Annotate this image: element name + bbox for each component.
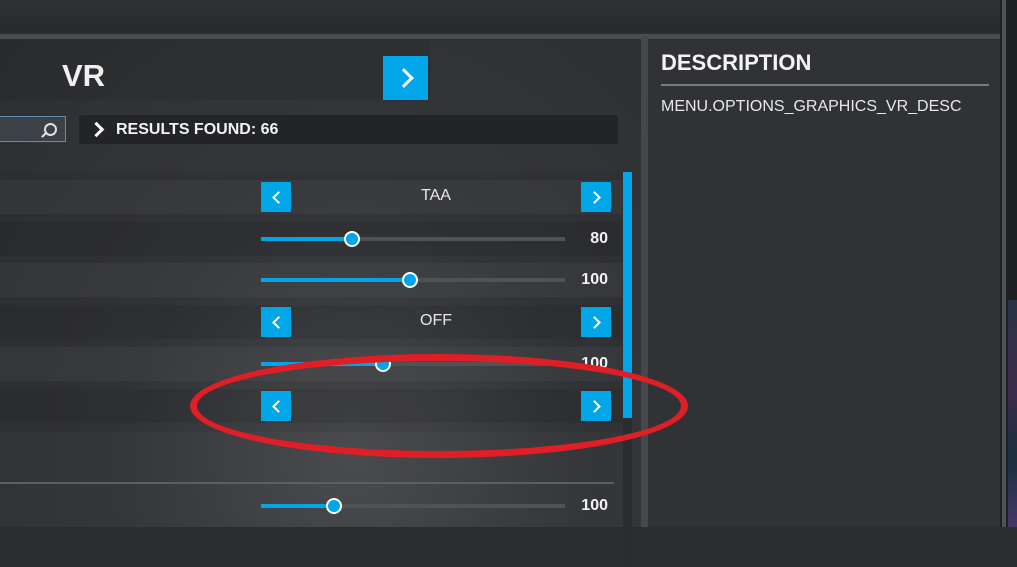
chevron-left-icon xyxy=(271,399,285,413)
selector-value: TAA xyxy=(421,187,451,204)
results-count: RESULTS FOUND: 66 xyxy=(116,120,279,138)
description-text: MENU.OPTIONS_GRAPHICS_VR_DESC xyxy=(661,98,962,115)
slider-track[interactable] xyxy=(261,272,565,288)
slider-value: 100 xyxy=(581,497,608,514)
setting-row-slider-2: 100 xyxy=(0,263,622,297)
slider-value: 100 xyxy=(581,355,608,372)
page-title: VR xyxy=(62,58,106,93)
settings-panel: VR RESULTS FOUND: 66 TAA 80 100 OFF 100 … xyxy=(0,40,641,567)
description-title: DESCRIPTION xyxy=(661,50,812,75)
window-border xyxy=(1002,0,1006,527)
chevron-right-icon xyxy=(587,399,601,413)
chevron-left-icon xyxy=(271,190,285,204)
slider-thumb[interactable] xyxy=(344,231,361,247)
chevron-left-icon xyxy=(271,315,285,329)
chevron-right-icon xyxy=(88,121,105,138)
setting-row-anti-aliasing: TAA xyxy=(0,180,622,214)
section-divider xyxy=(0,482,614,484)
slider-fill xyxy=(261,362,383,366)
description-divider xyxy=(661,84,989,86)
slider-fill xyxy=(261,278,410,282)
chevron-right-icon xyxy=(587,315,601,329)
slider-track[interactable] xyxy=(261,231,565,247)
slider-thumb[interactable] xyxy=(401,272,418,288)
setting-row-selector-empty xyxy=(0,389,622,423)
slider-fill xyxy=(261,237,353,241)
background-scenery xyxy=(1008,300,1017,527)
setting-row-slider-1: 80 xyxy=(0,222,622,256)
slider-thumb[interactable] xyxy=(325,498,342,514)
chevron-right-icon xyxy=(393,68,414,88)
previous-option-button[interactable] xyxy=(261,391,291,421)
setting-row-selector-off: OFF xyxy=(0,305,622,339)
next-category-button[interactable] xyxy=(383,56,428,100)
chevron-right-icon xyxy=(587,190,601,204)
setting-row-slider-6: 100 xyxy=(0,490,622,524)
next-option-button[interactable] xyxy=(581,182,611,212)
description-panel: DESCRIPTION MENU.OPTIONS_GRAPHICS_VR_DES… xyxy=(648,40,1000,527)
slider-track[interactable] xyxy=(261,356,565,372)
slider-fill xyxy=(261,504,334,508)
top-bar xyxy=(0,0,1017,32)
next-option-button[interactable] xyxy=(581,307,611,337)
next-option-button[interactable] xyxy=(581,391,611,421)
window-edge xyxy=(1000,0,1017,527)
search-input[interactable] xyxy=(0,116,66,142)
slider-track[interactable] xyxy=(261,498,565,514)
slider-thumb[interactable] xyxy=(374,356,391,372)
scrollbar-thumb[interactable] xyxy=(623,172,632,418)
setting-row-slider-4: 100 xyxy=(0,347,622,381)
panel-divider-vertical xyxy=(641,36,648,527)
panel-divider-horizontal xyxy=(0,34,1000,39)
results-bar[interactable]: RESULTS FOUND: 66 xyxy=(79,115,618,144)
slider-value: 100 xyxy=(581,271,608,288)
previous-option-button[interactable] xyxy=(261,307,291,337)
search-icon[interactable] xyxy=(44,123,57,136)
slider-value: 80 xyxy=(590,230,608,247)
selector-value: OFF xyxy=(420,312,452,329)
previous-option-button[interactable] xyxy=(261,182,291,212)
